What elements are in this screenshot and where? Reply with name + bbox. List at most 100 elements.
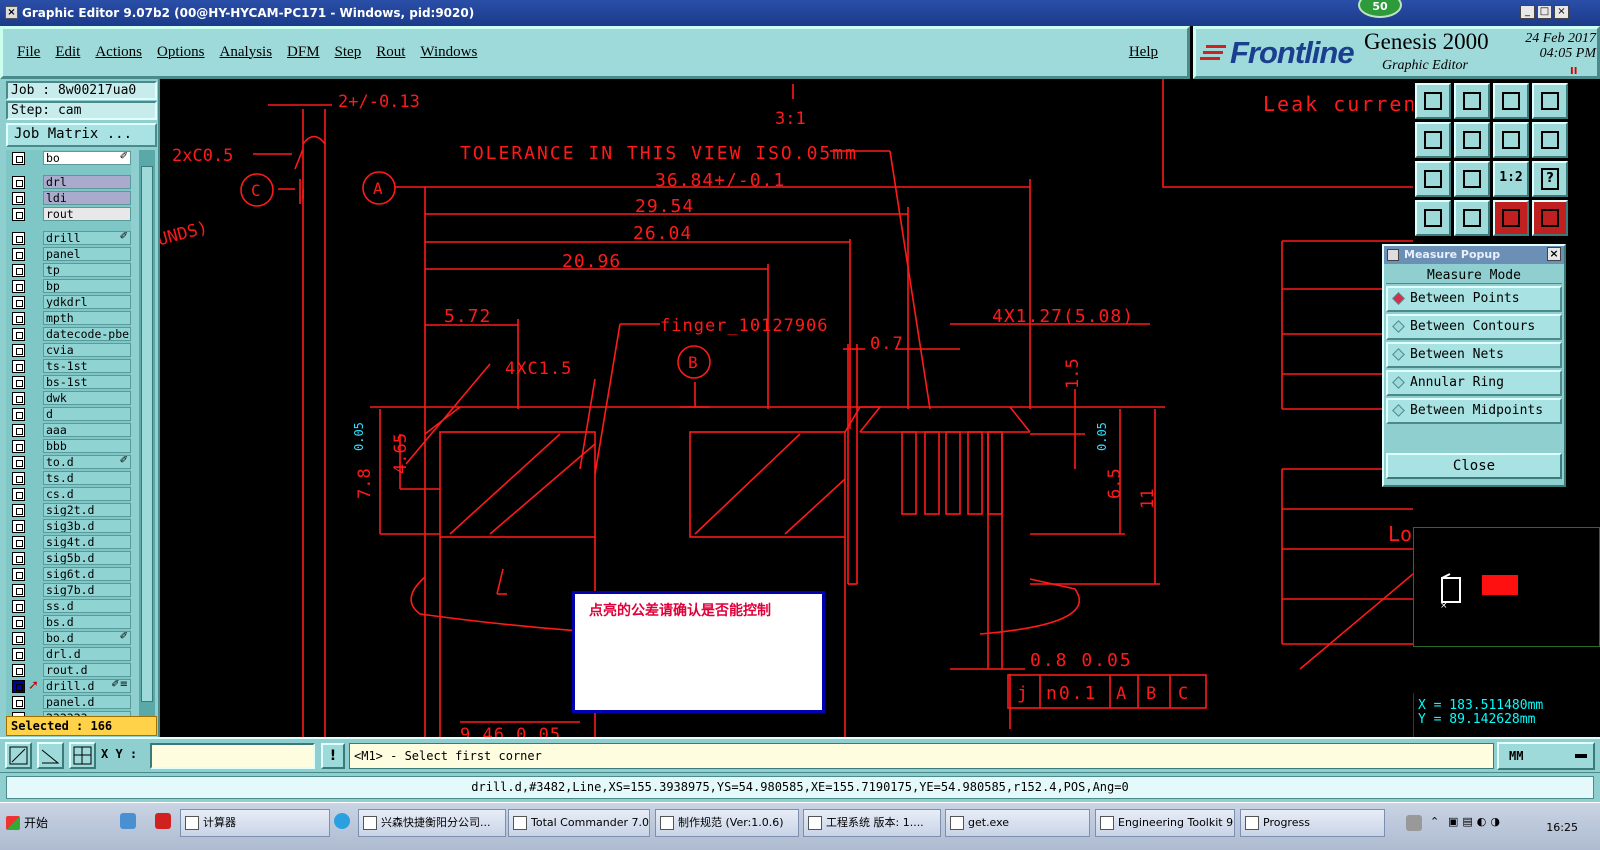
layer-name[interactable]: bo bbox=[43, 151, 131, 165]
layer-name[interactable]: drl bbox=[43, 175, 131, 189]
layer-name[interactable]: bs-1st bbox=[43, 375, 131, 389]
tray-expand-icon[interactable]: ⌃ bbox=[1430, 815, 1439, 828]
scroll-thumb[interactable] bbox=[141, 166, 153, 702]
layer-row[interactable]: mpth bbox=[6, 310, 131, 326]
layer-checkbox[interactable] bbox=[12, 296, 25, 309]
menu-actions[interactable]: Actions bbox=[95, 44, 142, 61]
minimize-button[interactable]: _ bbox=[1520, 5, 1535, 19]
layer-row[interactable]: bbb bbox=[6, 438, 131, 454]
layer-checkbox[interactable] bbox=[12, 504, 25, 517]
menu-edit[interactable]: Edit bbox=[55, 44, 80, 61]
unit-select[interactable]: MM bbox=[1497, 742, 1595, 770]
layer-row[interactable]: drl bbox=[6, 174, 131, 190]
layer-name[interactable]: bbb bbox=[43, 439, 131, 453]
home-icon[interactable] bbox=[1493, 83, 1529, 119]
layer-checkbox[interactable] bbox=[12, 632, 25, 645]
layer-row[interactable]: panel bbox=[6, 246, 131, 262]
minimap[interactable]: × bbox=[1413, 527, 1600, 647]
layer-checkbox[interactable] bbox=[12, 360, 25, 373]
layer-row[interactable]: ss.d bbox=[6, 598, 131, 614]
help-icon[interactable]: ? bbox=[1532, 161, 1568, 197]
zoom-in-icon[interactable] bbox=[1415, 161, 1451, 197]
layer-name[interactable]: to.d bbox=[43, 455, 131, 469]
menu-rout[interactable]: Rout bbox=[376, 44, 405, 61]
layer-row[interactable]: rout bbox=[6, 206, 131, 222]
layer-name[interactable]: aaa bbox=[43, 423, 131, 437]
layer-name[interactable]: drill bbox=[43, 231, 131, 245]
layer-name[interactable]: sig6t.d bbox=[43, 567, 131, 581]
menu-dfm[interactable]: DFM bbox=[287, 44, 320, 61]
layer-checkbox[interactable] bbox=[12, 192, 25, 205]
layer-row[interactable]: ts-1st bbox=[6, 358, 131, 374]
layer-name[interactable]: tp bbox=[43, 263, 131, 277]
layer-row[interactable]: ts.d bbox=[6, 470, 131, 486]
layer-name[interactable]: sig2t.d bbox=[43, 503, 131, 517]
layer-checkbox[interactable] bbox=[12, 344, 25, 357]
measure-mode-icon[interactable] bbox=[37, 742, 64, 769]
layer-name[interactable]: sig3b.d bbox=[43, 519, 131, 533]
layer-name[interactable]: panel bbox=[43, 247, 131, 261]
layer-checkbox[interactable] bbox=[12, 680, 25, 693]
layer-row[interactable]: sig6t.d bbox=[6, 566, 131, 582]
layer-checkbox[interactable] bbox=[12, 696, 25, 709]
layer-name[interactable]: sig5b.d bbox=[43, 551, 131, 565]
layer-row[interactable]: panel.d bbox=[6, 694, 131, 710]
layer-checkbox[interactable] bbox=[12, 600, 25, 613]
layer-checkbox[interactable] bbox=[12, 248, 25, 261]
layer-row[interactable]: sig7b.d bbox=[6, 582, 131, 598]
layer-row[interactable]: bs.d bbox=[6, 614, 131, 630]
layer-checkbox[interactable] bbox=[12, 536, 25, 549]
layer-name[interactable]: rout bbox=[43, 207, 131, 221]
layer-row[interactable]: ldi bbox=[6, 190, 131, 206]
layer-checkbox[interactable] bbox=[12, 312, 25, 325]
layer-checkbox[interactable] bbox=[12, 152, 25, 165]
layer-name[interactable]: bs.d bbox=[43, 615, 131, 629]
layer-checkbox[interactable] bbox=[12, 456, 25, 469]
layer-checkbox[interactable] bbox=[12, 280, 25, 293]
zoom-fit-icon[interactable] bbox=[1454, 161, 1490, 197]
layer-checkbox[interactable] bbox=[12, 520, 25, 533]
measure-popup-title-bar[interactable]: Measure Popup × bbox=[1384, 246, 1564, 264]
xy-input[interactable] bbox=[150, 743, 315, 769]
pdf-reader-icon[interactable] bbox=[155, 813, 171, 829]
job-matrix-button[interactable]: Job Matrix ... bbox=[6, 123, 157, 147]
layer-row[interactable]: drill ✐ bbox=[6, 230, 131, 246]
layer-row[interactable]: bp bbox=[6, 278, 131, 294]
layer-name[interactable]: panel.d bbox=[43, 695, 131, 709]
palette-icon[interactable] bbox=[1415, 200, 1451, 236]
layer-scrollbar[interactable] bbox=[139, 150, 155, 720]
layer-checkbox[interactable] bbox=[12, 616, 25, 629]
taskbar-item[interactable]: 制作规范 (Ver:1.0.6) bbox=[655, 809, 799, 837]
measure-icon[interactable] bbox=[1454, 200, 1490, 236]
layer-row[interactable]: ydkdrl bbox=[6, 294, 131, 310]
layer-name[interactable]: cvia bbox=[43, 343, 131, 357]
snap-grid-icon[interactable] bbox=[1532, 200, 1568, 236]
layer-row[interactable]: tp bbox=[6, 262, 131, 278]
taskbar-item[interactable]: 工程系统 版本: 1.... bbox=[803, 809, 941, 837]
pan-left-icon[interactable] bbox=[1415, 122, 1451, 158]
layer-name[interactable]: cs.d bbox=[43, 487, 131, 501]
layer-checkbox[interactable] bbox=[12, 408, 25, 421]
layer-name[interactable]: rout.d bbox=[43, 663, 131, 677]
layer-row[interactable]: bo.d ✐ bbox=[6, 630, 131, 646]
quicklaunch-app-icon[interactable] bbox=[120, 813, 136, 829]
layer-checkbox[interactable] bbox=[12, 472, 25, 485]
info-button[interactable]: ! bbox=[321, 743, 345, 769]
layer-checkbox[interactable] bbox=[12, 176, 25, 189]
layer-row[interactable]: sig5b.d bbox=[6, 550, 131, 566]
snap-icon[interactable] bbox=[1493, 200, 1529, 236]
measure-option[interactable]: Between Points bbox=[1386, 286, 1562, 312]
grid-icon[interactable] bbox=[69, 742, 96, 769]
start-button[interactable]: 开始 bbox=[2, 811, 82, 835]
layer-row[interactable]: bo ✐ bbox=[6, 150, 131, 166]
layer-checkbox[interactable] bbox=[12, 328, 25, 341]
taskbar-item[interactable]: get.exe bbox=[945, 809, 1090, 837]
menu-help[interactable]: Help bbox=[1129, 44, 1158, 61]
layer-row[interactable]: ➚ drill.d ✐≡ bbox=[6, 678, 131, 694]
layer-name[interactable]: datecode-pbe bbox=[43, 327, 131, 341]
layer-row[interactable]: d bbox=[6, 406, 131, 422]
layer-name[interactable]: ydkdrl bbox=[43, 295, 131, 309]
layer-row[interactable]: cs.d bbox=[6, 486, 131, 502]
layer-checkbox[interactable] bbox=[12, 664, 25, 677]
close-window-button[interactable]: × bbox=[1554, 5, 1569, 19]
